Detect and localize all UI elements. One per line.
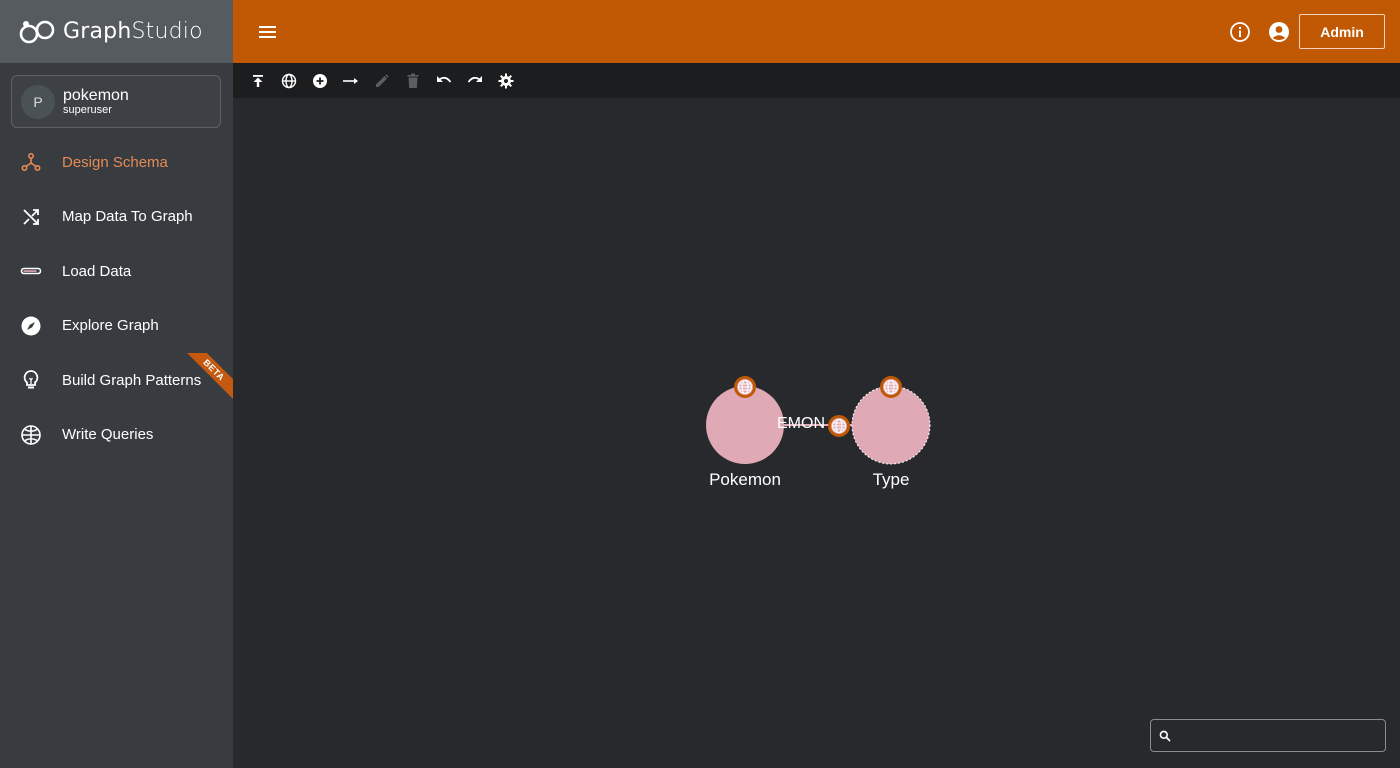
search-icon	[1159, 730, 1171, 742]
vertex-label: Pokemon	[709, 470, 781, 489]
vertex-label: Type	[872, 470, 910, 489]
user-name: pokemon	[63, 86, 129, 104]
account-icon[interactable]	[1268, 21, 1290, 43]
redo-icon[interactable]	[459, 63, 490, 98]
undo-icon[interactable]	[428, 63, 459, 98]
beta-badge: BETA	[185, 353, 233, 401]
delete-icon[interactable]	[397, 63, 428, 98]
graphstudio-app: GraphStudio P pokemon superuser Design S…	[0, 0, 1400, 768]
sidebar-item-explore-graph[interactable]: Explore Graph	[0, 299, 233, 354]
graphstudio-logo-icon	[19, 20, 55, 43]
sidebar-item-label: Design Schema	[62, 153, 168, 171]
load-bar-icon	[20, 260, 42, 282]
edit-icon[interactable]	[366, 63, 397, 98]
sidebar-item-map-data[interactable]: Map Data To Graph	[0, 190, 233, 245]
sidebar-item-write-queries[interactable]: Write Queries	[0, 408, 233, 463]
sidebar: GraphStudio P pokemon superuser Design S…	[0, 0, 233, 768]
edge-globe-icon[interactable]	[827, 414, 851, 438]
top-header: Admin	[233, 0, 1400, 63]
add-edge-icon[interactable]	[335, 63, 366, 98]
vertex-globe-icon[interactable]	[879, 375, 903, 399]
sidebar-item-label: Explore Graph	[62, 317, 159, 335]
sidebar-nav: Design Schema Map Data To Graph Load Dat…	[0, 135, 233, 462]
sidebar-item-label: Map Data To Graph	[62, 208, 193, 226]
hamburger-menu-icon[interactable]	[257, 22, 279, 42]
info-icon[interactable]	[1229, 21, 1251, 43]
add-vertex-icon[interactable]	[304, 63, 335, 98]
schema-toolbar	[233, 63, 1400, 98]
schema-graph	[706, 385, 931, 465]
query-globe-icon	[20, 424, 42, 446]
sidebar-item-label: Load Data	[62, 262, 132, 280]
logo-text: GraphStudio	[63, 19, 203, 44]
globe-icon[interactable]	[273, 63, 304, 98]
sidebar-item-build-patterns[interactable]: Build Graph Patterns BETA	[0, 353, 233, 408]
user-role: superuser	[63, 103, 112, 116]
search-input[interactable]	[1177, 728, 1377, 743]
publish-icon[interactable]	[242, 63, 273, 98]
sidebar-item-label: Write Queries	[62, 426, 154, 444]
schema-icon	[20, 151, 42, 173]
shuffle-icon	[20, 206, 42, 228]
compass-icon	[20, 315, 42, 337]
logo[interactable]: GraphStudio	[0, 0, 233, 63]
avatar: P	[21, 84, 55, 119]
settings-icon[interactable]	[490, 63, 521, 98]
user-info: pokemon superuser	[63, 87, 129, 117]
vertex-globe-icon[interactable]	[733, 375, 757, 399]
lightbulb-icon	[20, 369, 42, 391]
sidebar-item-label: Build Graph Patterns	[62, 371, 202, 389]
sidebar-item-design-schema[interactable]: Design Schema	[0, 135, 233, 190]
admin-button[interactable]: Admin	[1299, 14, 1385, 49]
user-card[interactable]: P pokemon superuser	[11, 75, 221, 128]
sidebar-item-load-data[interactable]: Load Data	[0, 244, 233, 299]
edge-label: EMON	[777, 415, 825, 432]
schema-canvas[interactable]: EMON Pokemon Type	[233, 98, 1400, 768]
graph-search[interactable]	[1150, 719, 1386, 752]
